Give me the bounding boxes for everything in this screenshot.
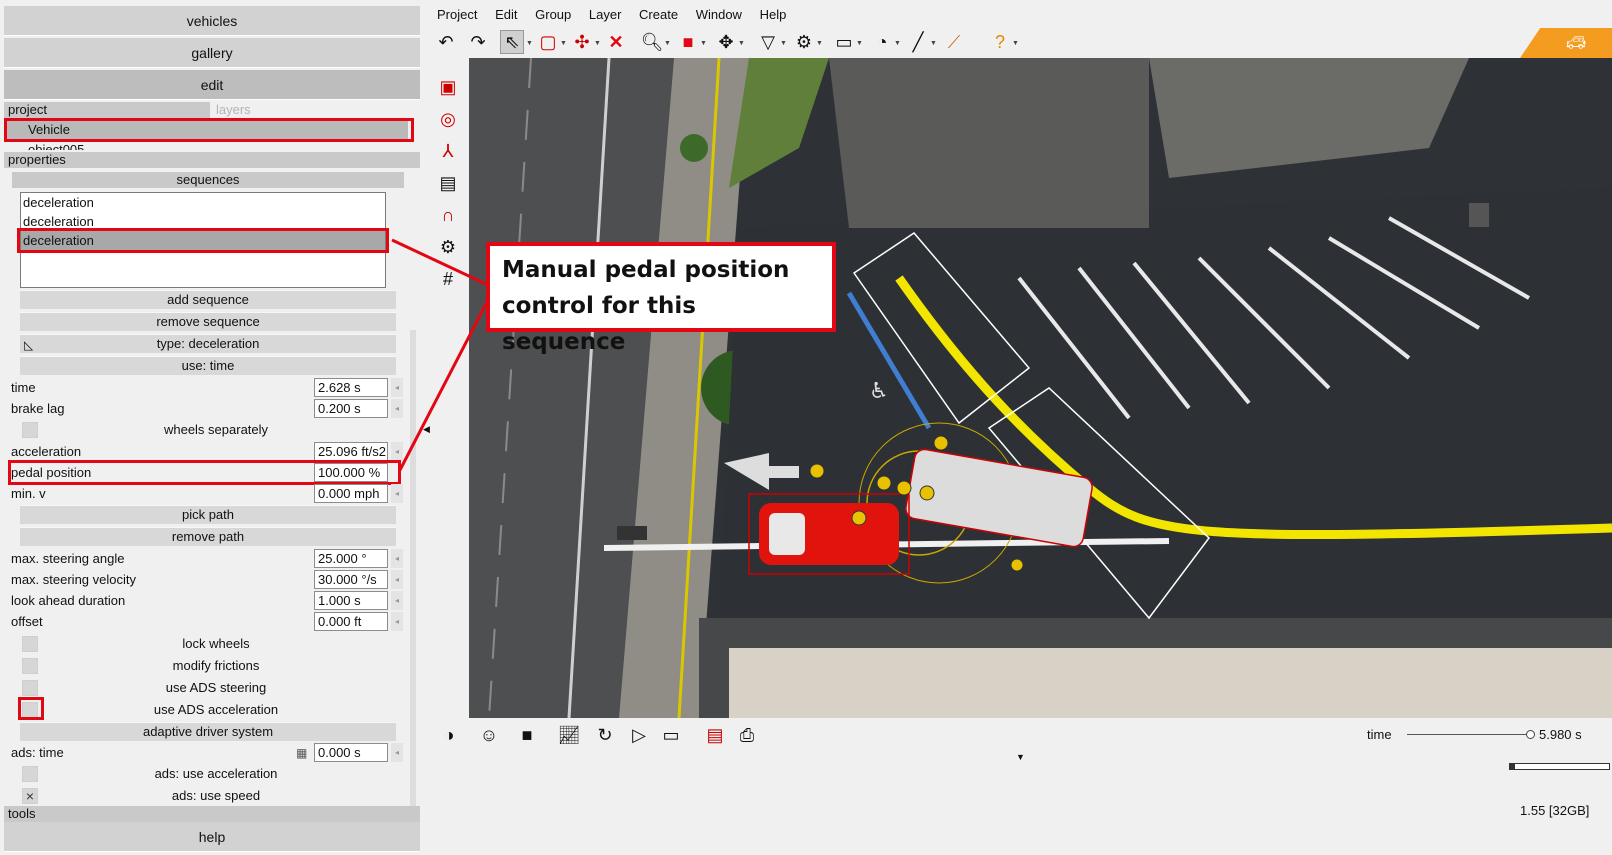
report-icon[interactable]: ▤ xyxy=(702,722,728,748)
progress-bar xyxy=(1509,763,1610,770)
callout-line1: Manual pedal position xyxy=(502,257,790,283)
play-icon[interactable]: ▷ xyxy=(626,722,652,748)
time-slider-track[interactable] xyxy=(1407,734,1531,735)
timeline-label: time xyxy=(1367,727,1392,742)
color-square-icon[interactable]: ■ xyxy=(514,722,540,748)
timeline-value: 5.980 s xyxy=(1539,727,1582,742)
expand-icon[interactable]: ▼ xyxy=(1016,752,1025,762)
time-slider-handle[interactable] xyxy=(1526,730,1535,739)
print-icon[interactable]: ⎙ xyxy=(734,722,760,748)
shading-icon[interactable]: ◑ xyxy=(436,722,462,748)
head-icon[interactable]: ☺ xyxy=(476,722,502,748)
callout-line2: control for this sequence xyxy=(502,293,696,355)
step-icon[interactable]: ▭ xyxy=(658,722,684,748)
progress-fill xyxy=(1510,764,1515,769)
timeline: time 5.980 s xyxy=(1361,722,1611,748)
rotate-icon[interactable]: ↻ xyxy=(592,722,618,748)
memory-status: 1.55 [32GB] xyxy=(1520,803,1590,818)
graph-icon[interactable]: 📈︎ xyxy=(556,722,582,748)
annotation-callout: Manual pedal position control for this s… xyxy=(486,242,836,355)
